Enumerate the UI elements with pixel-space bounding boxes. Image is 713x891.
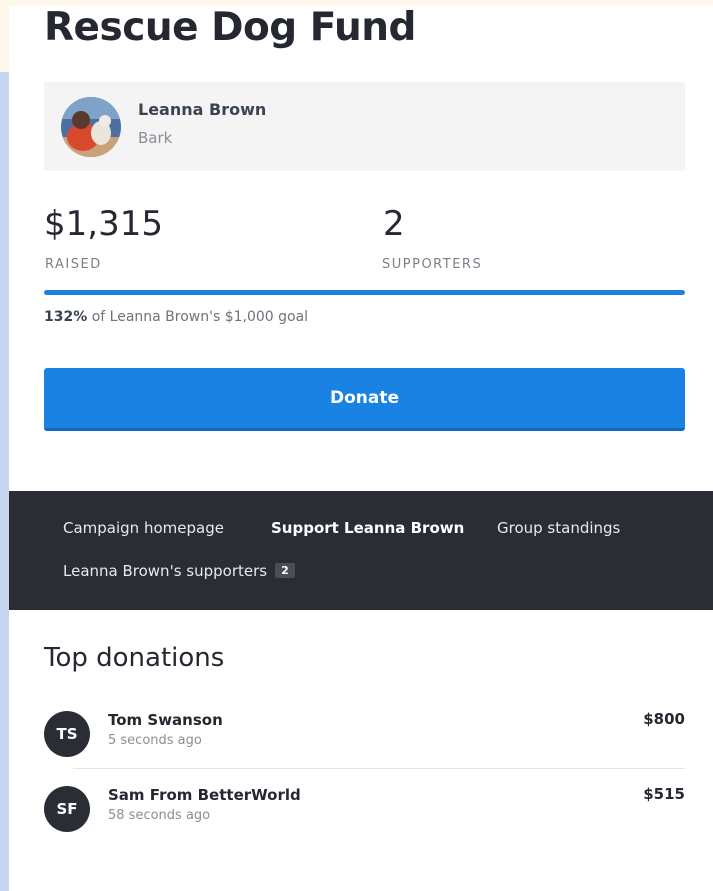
- goal-progress-text: 132% of Leanna Brown's $1,000 goal: [44, 309, 308, 325]
- supporters-label: SUPPORTERS: [382, 257, 483, 272]
- donor-name: Sam From BetterWorld: [108, 786, 301, 804]
- donation-time: 58 seconds ago: [108, 808, 211, 823]
- owner-avatar: [61, 97, 121, 157]
- donate-button[interactable]: Donate: [44, 368, 685, 431]
- nav-campaign-homepage[interactable]: Campaign homepage: [63, 519, 224, 537]
- fundraiser-owner-panel[interactable]: Leanna Brown Bark: [44, 82, 685, 171]
- goal-description: of Leanna Brown's $1,000 goal: [87, 309, 309, 325]
- owner-team[interactable]: Bark: [138, 129, 172, 147]
- nav-support-owner[interactable]: Support Leanna Brown: [271, 519, 464, 537]
- row-divider: [73, 768, 685, 769]
- nav-group-standings[interactable]: Group standings: [497, 519, 620, 537]
- donation-row: TS Tom Swanson 5 seconds ago $800: [44, 710, 685, 787]
- owner-name[interactable]: Leanna Brown: [138, 100, 266, 119]
- page-title: Rescue Dog Fund: [44, 5, 416, 50]
- supporters-count-badge: 2: [275, 563, 295, 578]
- donation-amount: $800: [643, 710, 685, 728]
- donation-amount: $515: [643, 785, 685, 803]
- donor-avatar: TS: [44, 711, 90, 757]
- campaign-card: Rescue Dog Fund Leanna Brown Bark $1,315…: [9, 6, 713, 891]
- raised-label: RAISED: [45, 257, 102, 272]
- raised-amount: $1,315: [44, 204, 163, 244]
- goal-percent: 132%: [44, 309, 88, 325]
- campaign-nav: Campaign homepage Support Leanna Brown G…: [9, 491, 713, 610]
- donation-time: 5 seconds ago: [108, 733, 202, 748]
- goal-progress-fill: [44, 290, 685, 295]
- top-donations-title: Top donations: [44, 643, 225, 673]
- donor-avatar: SF: [44, 786, 90, 832]
- left-edge-strip: [0, 72, 9, 891]
- nav-owner-supporters[interactable]: Leanna Brown's supporters 2: [63, 562, 295, 580]
- donation-row: SF Sam From BetterWorld 58 seconds ago $…: [44, 785, 685, 862]
- supporters-count: 2: [383, 204, 405, 244]
- donor-name: Tom Swanson: [108, 711, 223, 729]
- nav-owner-supporters-label: Leanna Brown's supporters: [63, 562, 268, 580]
- goal-progress-bar: [44, 290, 685, 295]
